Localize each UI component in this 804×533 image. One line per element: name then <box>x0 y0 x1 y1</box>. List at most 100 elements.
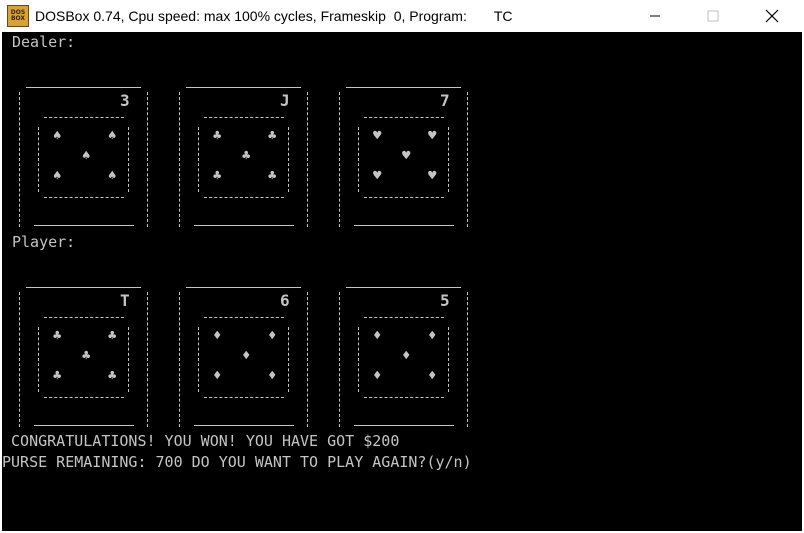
card-border <box>358 327 359 392</box>
diamond-icon: ♦ <box>373 368 382 384</box>
player-label: Player: <box>12 233 76 251</box>
card-border <box>354 425 454 426</box>
card-border <box>26 87 141 88</box>
card-border <box>204 317 284 318</box>
heart-icon: ♥ <box>428 128 437 144</box>
win-message: CONGRATULATIONS! YOU WON! YOU HAVE GOT $… <box>2 432 400 450</box>
diamond-icon: ♦ <box>268 368 277 384</box>
dosbox-window: DOS BOX DOSBox 0.74, Cpu speed: max 100%… <box>0 0 804 533</box>
minimize-icon <box>650 15 660 17</box>
card-rank: 7 <box>440 91 450 110</box>
club-icon: ♣ <box>108 368 117 384</box>
maximize-button[interactable] <box>690 0 736 32</box>
icon-text-bottom: BOX <box>10 15 26 22</box>
diamond-icon: ♦ <box>402 348 411 364</box>
dealer-card-1: 3 ♠ ♠ ♠ ♠ ♠ <box>16 87 161 227</box>
card-border <box>288 327 289 392</box>
card-border <box>194 225 294 226</box>
card-border <box>44 197 124 198</box>
card-border <box>307 92 308 227</box>
diamond-icon: ♦ <box>428 368 437 384</box>
close-icon <box>765 9 779 23</box>
club-icon: ♣ <box>108 328 117 344</box>
card-rank: J <box>280 91 290 110</box>
card-rank: 6 <box>280 291 290 310</box>
club-icon: ♣ <box>53 368 62 384</box>
card-rank: T <box>120 291 130 310</box>
diamond-icon: ♦ <box>213 328 222 344</box>
card-border <box>147 92 148 227</box>
spade-icon: ♠ <box>53 128 62 144</box>
close-button[interactable] <box>749 0 795 32</box>
card-rank: 3 <box>120 91 130 110</box>
card-border <box>358 127 359 192</box>
minimize-button[interactable] <box>632 0 678 32</box>
card-border <box>128 327 129 392</box>
card-border <box>364 317 444 318</box>
card-border <box>448 327 449 392</box>
card-border <box>44 317 124 318</box>
card-border <box>346 287 461 288</box>
spade-icon: ♠ <box>53 168 62 184</box>
card-border <box>364 117 444 118</box>
card-border <box>204 117 284 118</box>
card-border <box>364 197 444 198</box>
spade-icon: ♠ <box>108 128 117 144</box>
diamond-icon: ♦ <box>213 368 222 384</box>
card-border <box>307 292 308 427</box>
dealer-label: Dealer: <box>12 33 76 51</box>
card-border <box>467 92 468 227</box>
heart-icon: ♥ <box>373 128 382 144</box>
dosbox-app-icon[interactable]: DOS BOX <box>7 5 29 27</box>
card-border <box>19 92 20 227</box>
card-border <box>26 287 141 288</box>
card-border <box>364 397 444 398</box>
club-icon: ♣ <box>268 168 277 184</box>
player-card-2: 6 ♦ ♦ ♦ ♦ ♦ <box>176 287 321 427</box>
card-border <box>339 92 340 227</box>
heart-icon: ♥ <box>373 168 382 184</box>
card-border <box>186 287 301 288</box>
heart-icon: ♥ <box>402 148 411 164</box>
title-bar[interactable]: DOS BOX DOSBox 0.74, Cpu speed: max 100%… <box>0 0 804 32</box>
card-border <box>354 225 454 226</box>
maximize-icon <box>707 10 719 22</box>
heart-icon: ♥ <box>428 168 437 184</box>
card-border <box>288 127 289 192</box>
player-card-3: 5 ♦ ♦ ♦ ♦ ♦ <box>336 287 481 427</box>
club-icon: ♣ <box>82 348 91 364</box>
card-border <box>44 397 124 398</box>
player-card-1: T ♣ ♣ ♣ ♣ ♣ <box>16 287 161 427</box>
card-border <box>38 327 39 392</box>
card-border <box>179 292 180 427</box>
card-border <box>34 225 134 226</box>
card-border <box>339 292 340 427</box>
card-rank: 5 <box>440 291 450 310</box>
card-border <box>128 127 129 192</box>
card-border <box>346 87 461 88</box>
card-border <box>204 197 284 198</box>
diamond-icon: ♦ <box>428 328 437 344</box>
play-again-prompt: PURSE REMAINING: 700 DO YOU WANT TO PLAY… <box>2 453 472 471</box>
diamond-icon: ♦ <box>268 328 277 344</box>
card-border <box>38 127 39 192</box>
club-icon: ♣ <box>213 168 222 184</box>
card-border <box>186 87 301 88</box>
spade-icon: ♠ <box>108 168 117 184</box>
card-border <box>198 127 199 192</box>
card-border <box>44 117 124 118</box>
card-border <box>194 425 294 426</box>
dos-screen[interactable]: Dealer: 3 ♠ ♠ ♠ ♠ ♠ J ♣ ♣ ♣ ♣ ♣ 7 ♥ ♥ ♥ ♥ ♥ Player: T ♣ ♣ ♣ ♣… <box>2 32 802 531</box>
dealer-card-3: 7 ♥ ♥ ♥ ♥ ♥ <box>336 87 481 227</box>
club-icon: ♣ <box>213 128 222 144</box>
diamond-icon: ♦ <box>373 328 382 344</box>
card-border <box>179 92 180 227</box>
card-border <box>448 127 449 192</box>
spade-icon: ♠ <box>82 148 91 164</box>
club-icon: ♣ <box>242 148 251 164</box>
card-border <box>198 327 199 392</box>
card-border <box>34 425 134 426</box>
card-border <box>19 292 20 427</box>
dealer-card-2: J ♣ ♣ ♣ ♣ ♣ <box>176 87 321 227</box>
card-border <box>147 292 148 427</box>
